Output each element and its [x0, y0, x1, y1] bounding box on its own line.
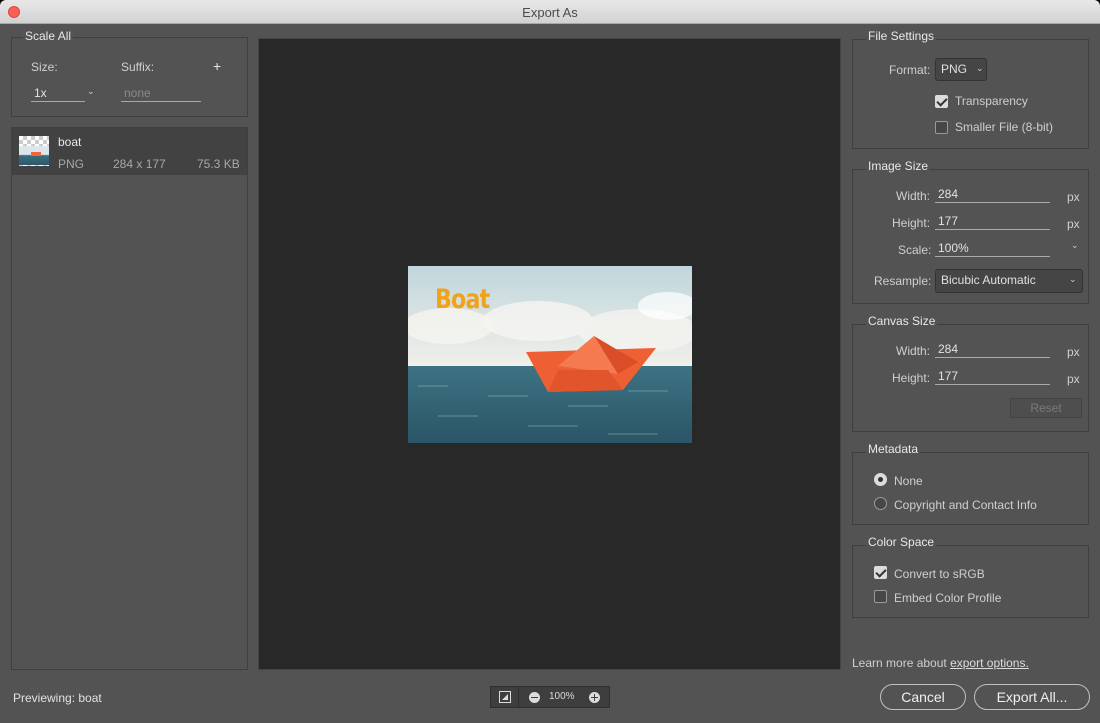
scale-chevron-icon[interactable]: ⌄ — [1071, 240, 1079, 251]
zoom-in-icon[interactable] — [589, 692, 600, 703]
convert-srgb-checkbox[interactable] — [874, 566, 887, 579]
metadata-none-radio[interactable] — [874, 473, 887, 486]
zoom-level: 100% — [549, 691, 575, 702]
asset-filesize: 75.3 KB — [197, 157, 240, 171]
embed-profile-label: Embed Color Profile — [894, 591, 1002, 605]
asset-dimensions: 284 x 177 — [113, 157, 166, 171]
asset-row-boat[interactable]: boat PNG 284 x 177 75.3 KB — [11, 128, 247, 175]
image-size-title: Image Size — [866, 159, 931, 173]
asset-name: boat — [58, 135, 82, 149]
metadata-copyright-radio[interactable] — [874, 497, 887, 510]
canvas-size-title: Canvas Size — [866, 314, 938, 328]
previewing-status: Previewing: boat — [13, 691, 102, 705]
fit-to-view-icon[interactable] — [499, 691, 511, 703]
file-settings-title: File Settings — [866, 29, 937, 43]
size-chevron-icon: ⌄ — [87, 86, 95, 96]
canvas-height-input[interactable]: 177 — [935, 369, 1050, 385]
transparency-checkbox[interactable] — [935, 95, 948, 108]
canvas-height-label: Height: — [892, 371, 931, 385]
reset-button[interactable]: Reset — [1010, 398, 1082, 418]
metadata-title: Metadata — [866, 442, 921, 456]
learn-more-text: Learn more about export options. — [852, 656, 1029, 670]
format-value: PNG — [941, 62, 968, 76]
suffix-input[interactable]: none — [121, 86, 201, 102]
preview-canvas[interactable]: Boat — [258, 38, 841, 670]
metadata-copyright-label: Copyright and Contact Info — [894, 498, 1037, 512]
size-select[interactable]: 1x — [31, 86, 85, 102]
previewing-label: Previewing: — [13, 691, 76, 705]
format-label: Format: — [889, 63, 931, 77]
zoom-controls: 100% — [490, 686, 610, 708]
window-title: Export As — [522, 5, 578, 20]
asset-list — [11, 127, 248, 670]
format-chevron-icon: ⌄ — [976, 63, 984, 73]
add-scale-button[interactable]: + — [213, 58, 221, 74]
image-height-label: Height: — [892, 216, 931, 230]
export-all-button[interactable]: Export All... — [974, 684, 1090, 710]
suffix-label: Suffix: — [121, 60, 155, 74]
scale-all-group — [11, 37, 248, 117]
size-label: Size: — [31, 60, 58, 74]
transparency-label: Transparency — [955, 94, 1028, 108]
embed-profile-checkbox[interactable] — [874, 590, 887, 603]
image-height-unit: px — [1067, 217, 1080, 231]
canvas-width-input[interactable]: 284 — [935, 342, 1050, 358]
metadata-group — [852, 452, 1089, 525]
image-width-label: Width: — [896, 189, 931, 203]
resample-value: Bicubic Automatic — [941, 273, 1036, 287]
convert-srgb-label: Convert to sRGB — [894, 567, 985, 581]
zoom-out-icon[interactable] — [529, 692, 540, 703]
smaller-file-label: Smaller File (8-bit) — [955, 120, 1054, 134]
resample-label: Resample: — [874, 274, 932, 288]
cancel-button[interactable]: Cancel — [880, 684, 966, 710]
title-bar: Export As — [0, 0, 1100, 24]
canvas-height-unit: px — [1067, 372, 1080, 386]
image-width-unit: px — [1067, 190, 1080, 204]
scale-input[interactable]: 100% — [935, 241, 1050, 257]
export-options-link[interactable]: export options. — [950, 656, 1029, 670]
metadata-none-label: None — [894, 474, 923, 488]
color-space-group — [852, 545, 1089, 618]
scale-label: Scale: — [898, 243, 932, 257]
format-select[interactable]: PNG ⌄ — [935, 58, 987, 81]
export-as-dialog: Export As Scale All Size: Suffix: + 1x ⌄… — [0, 0, 1100, 723]
asset-format: PNG — [58, 157, 85, 171]
scale-all-title: Scale All — [23, 29, 74, 43]
asset-thumbnail — [19, 136, 49, 166]
image-height-input[interactable]: 177 — [935, 214, 1050, 230]
previewing-name: boat — [78, 691, 102, 705]
resample-chevron-icon: ⌄ — [1069, 274, 1077, 284]
color-space-title: Color Space — [866, 535, 937, 549]
canvas-width-label: Width: — [896, 344, 931, 358]
preview-image-title: Boat — [435, 284, 490, 315]
canvas-width-unit: px — [1067, 345, 1080, 359]
learn-more-label: Learn more about — [852, 656, 947, 670]
image-width-input[interactable]: 284 — [935, 187, 1050, 203]
resample-select[interactable]: Bicubic Automatic ⌄ — [935, 269, 1083, 293]
smaller-file-checkbox[interactable] — [935, 121, 948, 134]
